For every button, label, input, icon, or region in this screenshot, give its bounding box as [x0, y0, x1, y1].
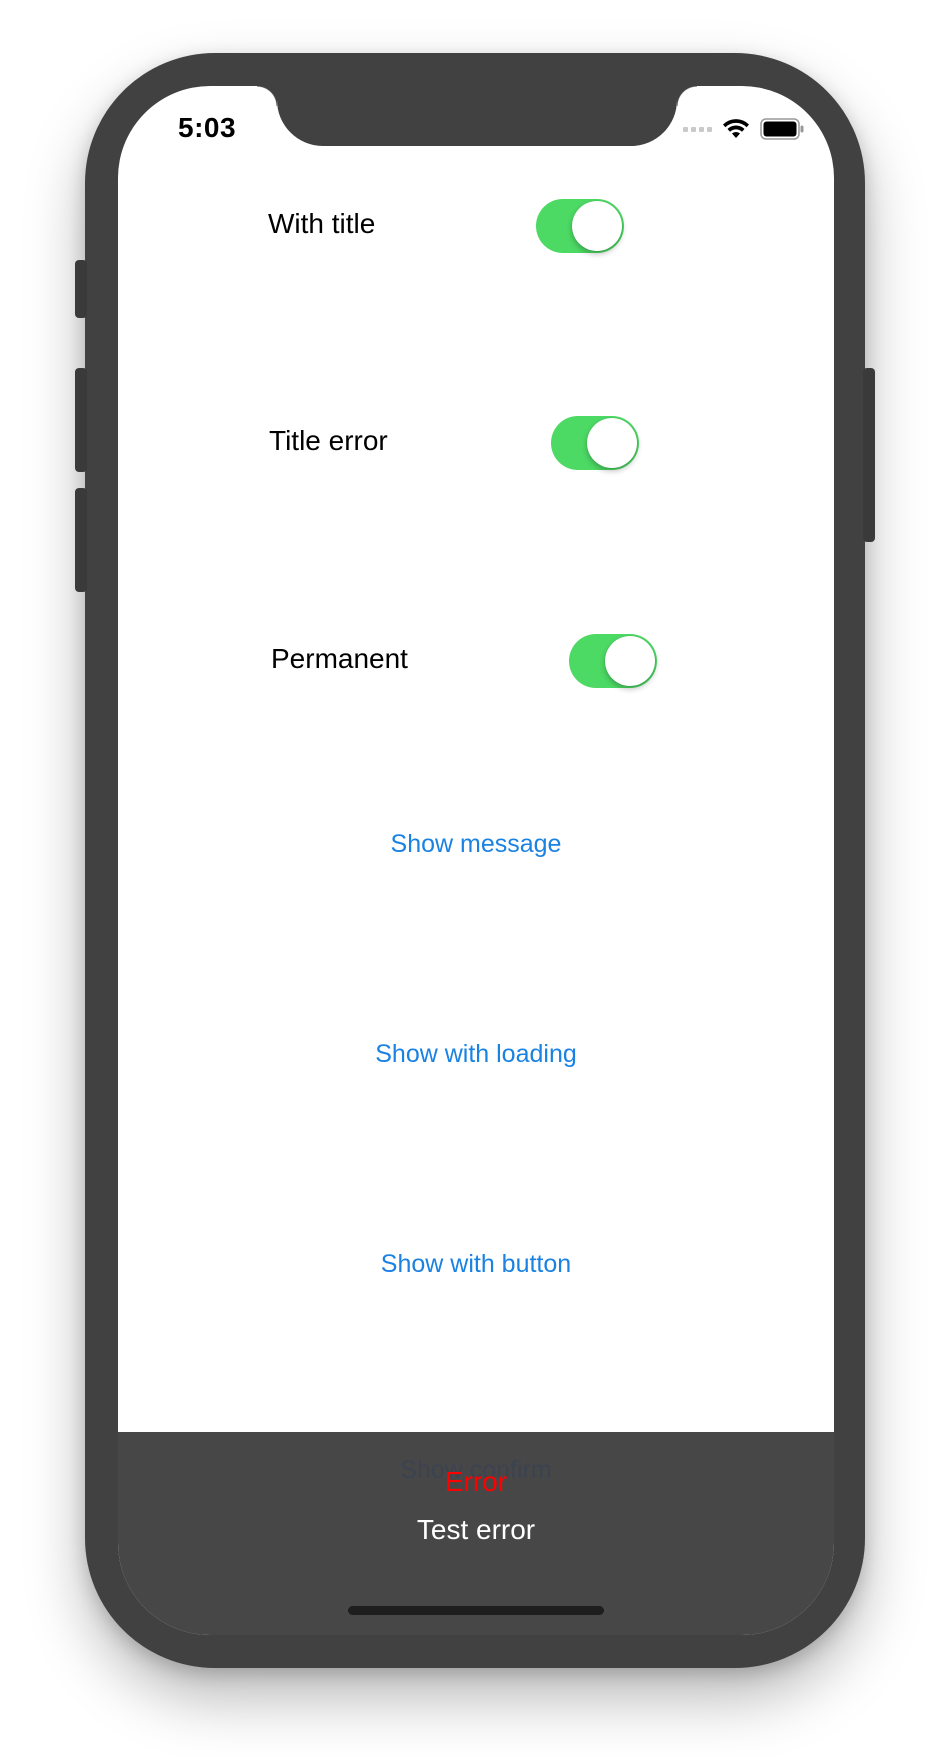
show-with-button-button[interactable]: Show with button — [118, 1250, 834, 1279]
toggle-knob — [572, 201, 622, 251]
setting-label: With title — [268, 208, 376, 239]
home-indicator[interactable] — [348, 1606, 604, 1615]
power-button — [863, 368, 875, 542]
screen: 5:03 With title Title error Permanent Sh… — [118, 86, 834, 1635]
show-message-button[interactable]: Show message — [118, 830, 834, 859]
battery-icon — [760, 118, 804, 140]
toggle-knob — [587, 418, 637, 468]
status-icons — [683, 118, 804, 140]
setting-label: Permanent — [271, 643, 408, 674]
stage: 5:03 With title Title error Permanent Sh… — [0, 0, 952, 1756]
setting-label: Title error — [269, 425, 388, 456]
volume-down-button — [75, 488, 87, 592]
toast-title: Error — [444, 1466, 508, 1497]
show-with-loading-button[interactable]: Show with loading — [118, 1040, 834, 1069]
status-time: 5:03 — [178, 112, 237, 143]
setting-row-permanent: Permanent — [271, 631, 408, 687]
toggle-knob — [605, 636, 655, 686]
silent-switch — [75, 260, 87, 318]
setting-row-title-error: Title error — [269, 413, 388, 469]
title-error-toggle[interactable] — [551, 416, 639, 470]
wifi-icon — [723, 119, 749, 138]
permanent-toggle[interactable] — [569, 634, 657, 688]
setting-row-with-title: With title — [268, 196, 375, 252]
cellular-signal-icon — [683, 126, 712, 132]
with-title-toggle[interactable] — [536, 199, 624, 253]
toast-message: Test error — [416, 1514, 536, 1545]
volume-up-button — [75, 368, 87, 472]
notch — [257, 86, 697, 146]
